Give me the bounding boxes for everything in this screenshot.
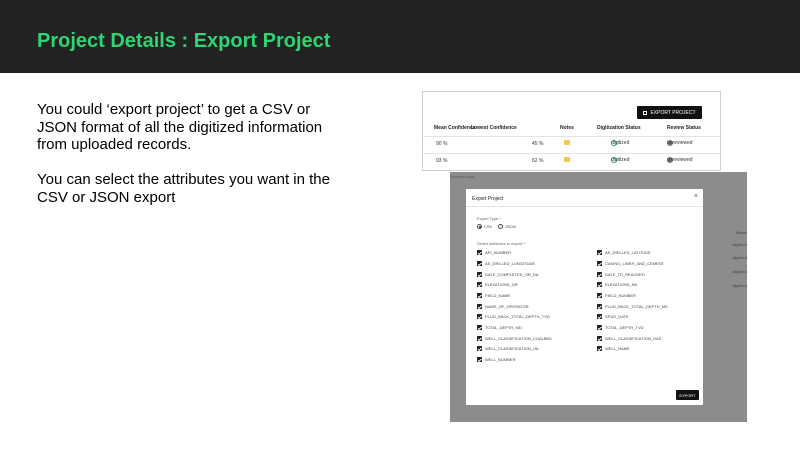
- table-row[interactable]: 93 % 62 % digitized unreviewed: [423, 156, 720, 170]
- divider: [423, 136, 720, 137]
- attribute-checkbox[interactable]: WELL_CLASSIFICATION_GAS: [597, 336, 661, 341]
- bg-status: digitized: [732, 283, 747, 288]
- bg-tabs: Records Logs: [450, 174, 475, 179]
- slide-title: Project Details : Export Project: [37, 30, 331, 52]
- bg-status: digitized: [732, 242, 747, 247]
- radio-icon: [498, 224, 503, 229]
- bg-status: Status: [735, 230, 747, 235]
- col-review-status: Review Status: [667, 125, 701, 131]
- col-lowest-confidence: Lowest Confidence: [471, 125, 517, 131]
- attribute-checkbox[interactable]: TOTAL_DEPTH_TVD: [597, 325, 644, 330]
- close-icon[interactable]: ×: [694, 193, 698, 200]
- attribute-checkbox[interactable]: AS_DRILLED_LATITUDE: [597, 250, 651, 255]
- modal-screenshot: Records Logs Status digitized digitized …: [450, 172, 747, 422]
- export-button[interactable]: EXPORT: [676, 390, 699, 400]
- export-project-label: EXPORT PROJECT: [650, 109, 696, 116]
- mean-cell: 90 %: [436, 141, 448, 147]
- attribute-checkbox[interactable]: TOTAL_DEPTH_MD: [477, 325, 522, 330]
- radio-json[interactable]: JSON: [498, 224, 516, 229]
- export-type-label: Export Type *: [477, 216, 501, 221]
- bg-status: digitized: [732, 255, 747, 260]
- table-screenshot: EXPORT PROJECT Mean Confidence Lowest Co…: [422, 91, 721, 171]
- col-mean-confidence: Mean Confidence: [434, 125, 476, 131]
- export-icon: [643, 110, 648, 115]
- attribute-checkbox[interactable]: ELEVATIONS_KB: [597, 282, 637, 287]
- attribute-checkbox[interactable]: DATE_COMPLETED_OR_DA: [477, 272, 539, 277]
- attribute-checkbox[interactable]: WELL_CLASSIFICATION_COALBED: [477, 336, 552, 341]
- slide: Project Details : Export Project You cou…: [0, 0, 800, 450]
- attributes-label: Select attributes to export *: [477, 241, 526, 246]
- export-project-button[interactable]: EXPORT PROJECT: [637, 106, 702, 119]
- attribute-checkbox[interactable]: AS_DRILLED_LONGITUDE: [477, 261, 535, 266]
- export-modal: Export Project × Export Type * CSV JSON …: [466, 189, 703, 405]
- lowest-cell: 62 %: [532, 158, 544, 164]
- attribute-checkbox[interactable]: API_NUMBER: [477, 250, 511, 255]
- paragraph-attributes: You can select the attributes you want i…: [37, 171, 330, 206]
- attribute-checkbox[interactable]: NAME_OF_OPERATOR: [477, 304, 529, 309]
- attribute-checkbox[interactable]: PLUG_BACK_TOTAL_DEPTH_TVD: [477, 314, 550, 319]
- bg-status: digitized: [732, 269, 747, 274]
- radio-icon: [477, 224, 482, 229]
- attribute-checkbox[interactable]: SPUD_DATE: [597, 314, 629, 319]
- divider: [423, 153, 720, 154]
- attribute-checkbox[interactable]: DATE_TD_REACHED: [597, 272, 645, 277]
- attribute-checkbox[interactable]: FIELD_NUMBER: [597, 293, 636, 298]
- paragraph-export: You could ‘export project’ to get a CSV …: [37, 101, 323, 153]
- slide-body: You could ‘export project’ to get a CSV …: [37, 101, 337, 224]
- divider: [466, 206, 703, 207]
- col-digitization-status: Digitization Status: [597, 125, 641, 131]
- modal-title: Export Project: [472, 196, 504, 202]
- attribute-checkbox[interactable]: ELEVATIONS_GR: [477, 282, 518, 287]
- col-notes: Notes: [560, 125, 574, 131]
- attribute-checkbox[interactable]: CASING_LINER_AND_CEMENT: [597, 261, 664, 266]
- table-row[interactable]: 90 % 45 % digitized unreviewed: [423, 139, 720, 153]
- attribute-checkbox[interactable]: WELL_NAME: [597, 346, 630, 351]
- mean-cell: 93 %: [436, 158, 448, 164]
- title-bar: Project Details : Export Project: [0, 0, 800, 73]
- table-header: Mean Confidence Lowest Confidence Notes …: [423, 125, 720, 135]
- attribute-checkbox[interactable]: FIELD_NAME: [477, 293, 510, 298]
- attribute-checkbox[interactable]: WELL_CLASSIFICATION_OIL: [477, 346, 539, 351]
- lowest-cell: 45 %: [532, 141, 544, 147]
- attribute-checkbox[interactable]: WELL_NUMBER: [477, 357, 515, 362]
- radio-csv[interactable]: CSV: [477, 224, 492, 229]
- attribute-checkbox[interactable]: PLUG_BACK_TOTAL_DEPTH_MD: [597, 304, 668, 309]
